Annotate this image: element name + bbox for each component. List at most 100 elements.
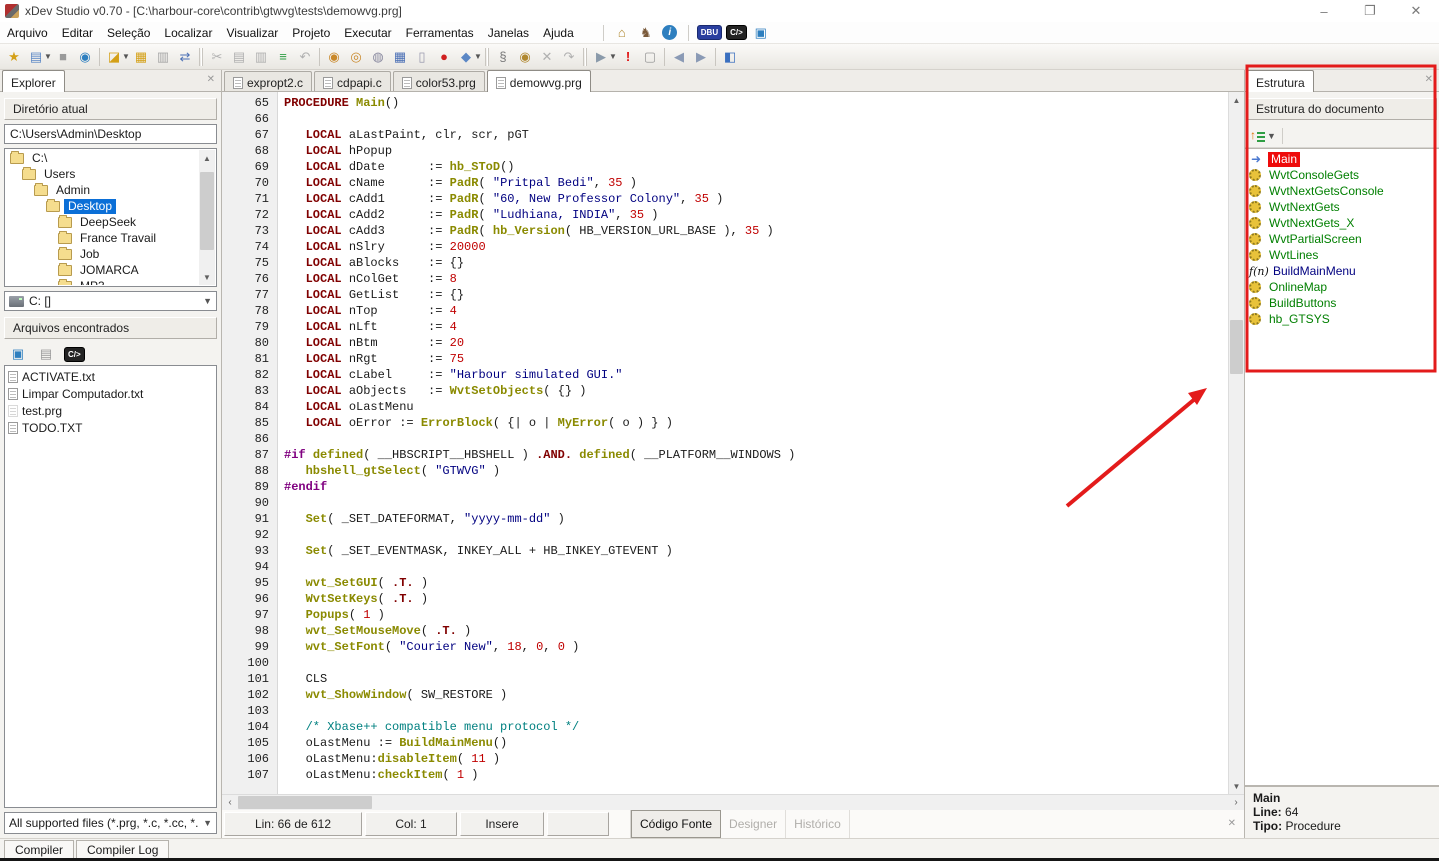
code-line[interactable]: 89#endif xyxy=(222,479,1228,495)
view-tab-Histórico[interactable]: Histórico xyxy=(786,810,850,838)
stop-icon[interactable]: ■ xyxy=(52,46,74,68)
stop-run-icon[interactable]: ! xyxy=(617,46,639,68)
search-ab-icon[interactable]: ◍ xyxy=(367,46,389,68)
code-line[interactable]: 76 LOCAL nColGet := 8 xyxy=(222,271,1228,287)
scroll-left-icon[interactable]: ‹ xyxy=(222,795,238,810)
panel-close-icon[interactable]: ✕ xyxy=(1425,74,1433,85)
tree-item[interactable]: Job xyxy=(6,246,198,262)
code-line[interactable]: 105 oLastMenu := BuildMainMenu() xyxy=(222,735,1228,751)
scroll-down-icon[interactable]: ▼ xyxy=(1229,778,1244,794)
code-line[interactable]: 101 CLS xyxy=(222,671,1228,687)
new-file-icon[interactable]: ★ xyxy=(3,46,25,68)
code-line[interactable]: 106 oLastMenu:disableItem( 11 ) xyxy=(222,751,1228,767)
jump-icon[interactable]: ↷ xyxy=(558,46,580,68)
structure-item[interactable]: OnlineMap xyxy=(1245,279,1439,295)
monitor-icon[interactable]: ▣ xyxy=(8,345,28,363)
code-line[interactable]: 84 LOCAL oLastMenu xyxy=(222,399,1228,415)
code-line[interactable]: 102 wvt_ShowWindow( SW_RESTORE ) xyxy=(222,687,1228,703)
scroll-up-icon[interactable]: ▲ xyxy=(199,150,215,166)
code-line[interactable]: 93 Set( _SET_EVENTMASK, INKEY_ALL + HB_I… xyxy=(222,543,1228,559)
scrollbar-thumb[interactable] xyxy=(1230,320,1243,374)
code-line[interactable]: 91 Set( _SET_DATEFORMAT, "yyyy-mm-dd" ) xyxy=(222,511,1228,527)
tab-compiler[interactable]: Compiler xyxy=(4,840,74,858)
code-line[interactable]: 71 LOCAL cAdd1 := PadR( "60, New Profess… xyxy=(222,191,1228,207)
code-line[interactable]: 82 LOCAL cLabel := "Harbour simulated GU… xyxy=(222,367,1228,383)
web-icon[interactable]: ◉ xyxy=(74,46,96,68)
file-item[interactable]: test.prg xyxy=(6,402,215,419)
menu-janelas[interactable]: Janelas xyxy=(481,23,536,43)
step-icon[interactable]: ▢ xyxy=(639,46,661,68)
exit-icon[interactable]: ◧ xyxy=(719,46,741,68)
chevron-down-icon[interactable]: ▼ xyxy=(1267,131,1276,141)
code-line[interactable]: 65PROCEDURE Main() xyxy=(222,95,1228,111)
tab-expropt2.c[interactable]: expropt2.c xyxy=(224,71,312,91)
structure-item[interactable]: f(n)BuildMainMenu xyxy=(1245,263,1439,279)
code-line[interactable]: 70 LOCAL cName := PadR( "Pritpal Bedi", … xyxy=(222,175,1228,191)
code-line[interactable]: 78 LOCAL nTop := 4 xyxy=(222,303,1228,319)
structure-item[interactable]: BuildButtons xyxy=(1245,295,1439,311)
tab-compiler-log[interactable]: Compiler Log xyxy=(76,840,169,858)
replace-icon[interactable]: ◎ xyxy=(345,46,367,68)
structure-item[interactable]: WvtConsoleGets xyxy=(1245,167,1439,183)
code-line[interactable]: 69 LOCAL dDate := hb_SToD() xyxy=(222,159,1228,175)
folder-icon[interactable]: ▤ xyxy=(36,345,56,363)
code-line[interactable]: 88 hbshell_gtSelect( "GTWVG" ) xyxy=(222,463,1228,479)
tree-item[interactable]: Admin xyxy=(6,182,198,198)
code-editor[interactable]: 65PROCEDURE Main()6667 LOCAL aLastPaint,… xyxy=(222,92,1228,794)
file-item[interactable]: TODO.TXT xyxy=(6,419,215,436)
code-line[interactable]: 95 wvt_SetGUI( .T. ) xyxy=(222,575,1228,591)
home-icon[interactable]: ⌂ xyxy=(612,24,632,42)
reload-files-icon[interactable]: ⇄ xyxy=(174,46,196,68)
monitor-icon[interactable]: ▣ xyxy=(751,24,771,42)
code-prompt-icon[interactable]: C/> xyxy=(726,25,747,40)
file-filter-select[interactable]: All supported files (*.prg, *.c, *.cc, *… xyxy=(4,812,217,834)
book-icon[interactable]: ◆ xyxy=(455,46,477,68)
code-line[interactable]: 92 xyxy=(222,527,1228,543)
code-line[interactable]: 67 LOCAL aLastPaint, clr, scr, pGT xyxy=(222,127,1228,143)
code-line[interactable]: 97 Popups( 1 ) xyxy=(222,607,1228,623)
code-line[interactable]: 94 xyxy=(222,559,1228,575)
code-line[interactable]: 96 WvtSetKeys( .T. ) xyxy=(222,591,1228,607)
tab-cdpapi.c[interactable]: cdpapi.c xyxy=(314,71,391,91)
code-line[interactable]: 77 LOCAL GetList := {} xyxy=(222,287,1228,303)
structure-item[interactable]: WvtPartialScreen xyxy=(1245,231,1439,247)
code-line[interactable]: 87#if defined( __HBSCRIPT__HBSHELL ) .AN… xyxy=(222,447,1228,463)
lines-icon[interactable]: ≡ xyxy=(272,46,294,68)
tree-item[interactable]: JOMARCA xyxy=(6,262,198,278)
tree-scrollbar[interactable]: ▲ ▼ xyxy=(199,150,215,285)
tree-item[interactable]: Desktop xyxy=(6,198,198,214)
menu-visualizar[interactable]: Visualizar xyxy=(219,23,285,43)
code-line[interactable]: 72 LOCAL cAdd2 := PadR( "Ludhiana, INDIA… xyxy=(222,207,1228,223)
menu-editar[interactable]: Editar xyxy=(55,23,100,43)
tree-item[interactable]: Users xyxy=(6,166,198,182)
sort-icon[interactable]: ↑ xyxy=(1249,128,1265,144)
code-line[interactable]: 100 xyxy=(222,655,1228,671)
tools-icon[interactable]: ✕ xyxy=(536,46,558,68)
menu-ferramentas[interactable]: Ferramentas xyxy=(399,23,481,43)
code-line[interactable]: 80 LOCAL nBtm := 20 xyxy=(222,335,1228,351)
code-line[interactable]: 107 oLastMenu:checkItem( 1 ) xyxy=(222,767,1228,783)
print-icon[interactable]: ▦ xyxy=(389,46,411,68)
structure-item[interactable]: WvtNextGetsConsole xyxy=(1245,183,1439,199)
code-prompt-icon[interactable]: C/> xyxy=(64,347,85,362)
find-icon[interactable]: ◉ xyxy=(323,46,345,68)
menu-arquivo[interactable]: Arquivo xyxy=(0,23,55,43)
scrollbar-thumb[interactable] xyxy=(238,796,372,809)
copy-icon[interactable]: ▤ xyxy=(228,46,250,68)
dbu-icon[interactable]: DBU xyxy=(697,25,722,40)
tree-item[interactable]: DeepSeek xyxy=(6,214,198,230)
run-icon[interactable]: ▶ xyxy=(590,46,612,68)
close-icon[interactable]: ✕ xyxy=(1393,0,1439,22)
structure-item[interactable]: hb_GTSYS xyxy=(1245,311,1439,327)
back-icon[interactable]: ◀ xyxy=(668,46,690,68)
code-line[interactable]: 79 LOCAL nLft := 4 xyxy=(222,319,1228,335)
code-line[interactable]: 99 wvt_SetFont( "Courier New", 18, 0, 0 … xyxy=(222,639,1228,655)
tree-item[interactable]: MP3 xyxy=(6,278,198,285)
view-tab-Designer[interactable]: Designer xyxy=(721,810,786,838)
structure-item[interactable]: WvtNextGets_X xyxy=(1245,215,1439,231)
tree-item[interactable]: France Travail xyxy=(6,230,198,246)
open-files-icon[interactable]: ▤ xyxy=(25,46,47,68)
tab-structure[interactable]: Estrutura xyxy=(1247,70,1314,92)
scrollbar-thumb[interactable] xyxy=(200,172,214,250)
code-line[interactable]: 103 xyxy=(222,703,1228,719)
